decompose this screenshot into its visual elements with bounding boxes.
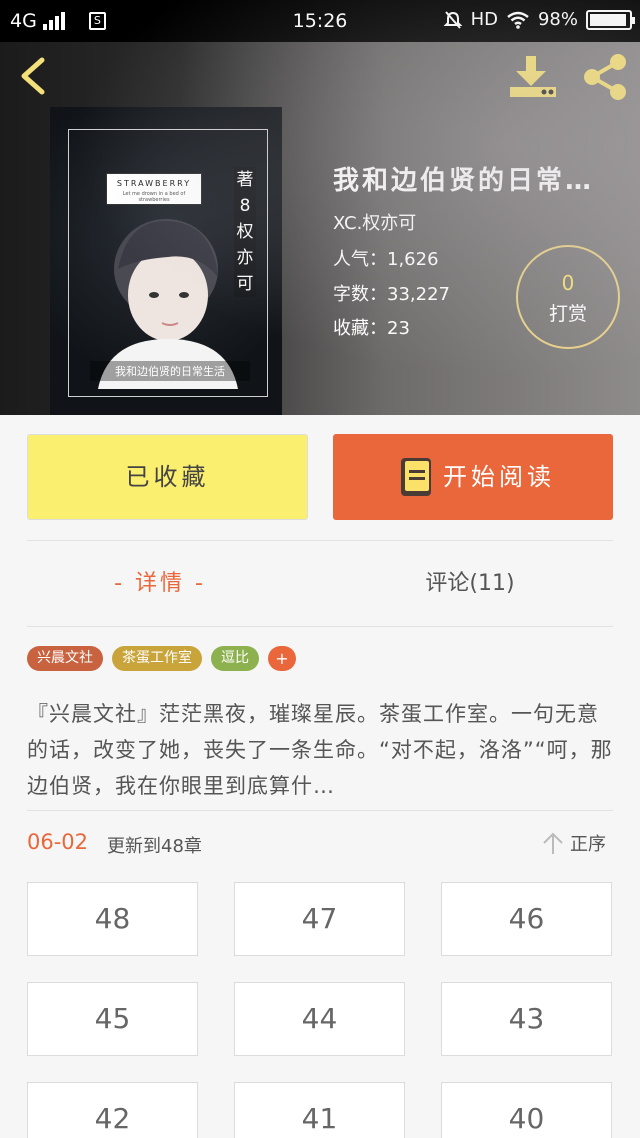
update-date: 06-02 (27, 830, 89, 854)
back-icon[interactable] (14, 56, 54, 96)
cover-side-text: 著 8 权 亦 可 (234, 167, 256, 297)
cover-side-char: 亦 (236, 248, 254, 268)
share-icon[interactable] (580, 52, 630, 102)
sort-order-button[interactable]: 正序 (542, 830, 606, 856)
wifi-icon (507, 11, 529, 29)
battery-percent: 98% (537, 9, 578, 30)
cover-subtitle: Let me drown in a bed of strawberries (122, 191, 186, 203)
chapter-button[interactable]: 42 (27, 1082, 198, 1138)
add-tag-button[interactable]: + (268, 646, 296, 671)
tag[interactable]: 逗比 (211, 646, 259, 671)
cover-side-char: 可 (236, 274, 254, 294)
tag[interactable]: 兴晨文社 (27, 646, 103, 671)
favorited-button[interactable]: 已收藏 (27, 434, 308, 520)
book-icon (401, 458, 431, 496)
download-icon[interactable] (508, 54, 558, 100)
start-reading-label: 开始阅读 (443, 463, 555, 491)
chapter-button[interactable]: 43 (441, 982, 612, 1056)
arrow-up-icon (543, 832, 563, 854)
chapter-button[interactable]: 41 (234, 1082, 405, 1138)
chapter-button[interactable]: 47 (234, 882, 405, 956)
chapter-button[interactable]: 45 (27, 982, 198, 1056)
tip-button[interactable]: 0 打赏 (516, 245, 620, 349)
tip-label: 打赏 (548, 303, 587, 325)
chapter-button[interactable]: 44 (234, 982, 405, 1056)
divider (27, 810, 613, 811)
tag-list: 兴晨文社 茶蛋工作室 逗比 + (27, 646, 296, 671)
book-author[interactable]: XC.权亦可 (333, 209, 416, 235)
tab-comments[interactable]: 评论(11) (320, 565, 620, 597)
sort-order-label: 正序 (570, 834, 606, 855)
update-status: 更新到48章 (107, 836, 202, 857)
tip-count: 0 (561, 271, 575, 295)
divider (27, 540, 613, 541)
divider (27, 626, 613, 627)
favorites-stat: 收藏：23 (333, 318, 410, 339)
book-intro[interactable]: 『兴晨文社』茫茫黑夜，璀璨星辰。茶蛋工作室。一句无意的话，改变了她，丧失了一条生… (27, 696, 613, 804)
book-header: 4G S 15:26 HD 98% STRAWBERRY Let me drow… (0, 0, 640, 415)
cover-title: STRAWBERRY (116, 179, 192, 188)
cover-side-char: 权 (236, 222, 254, 242)
cover-title-card: STRAWBERRY Let me drown in a bed of stra… (106, 173, 202, 205)
battery-icon (586, 9, 635, 30)
popularity-stat: 人气：1,626 (333, 249, 439, 270)
chapter-button[interactable]: 48 (27, 882, 198, 956)
cover-bottom-text: 我和边伯贤的日常生活 (90, 361, 250, 381)
tab-detail[interactable]: - 详情 - (0, 565, 320, 597)
chapter-button[interactable]: 40 (441, 1082, 612, 1138)
tag[interactable]: 茶蛋工作室 (112, 646, 202, 671)
status-bar: 4G S 15:26 HD 98% (0, 0, 640, 42)
book-title: 我和边伯贤的日常… (333, 166, 595, 196)
start-reading-button[interactable]: 开始阅读 (333, 434, 613, 520)
mute-icon (443, 10, 462, 29)
hd-label: HD (470, 9, 498, 30)
chapter-grid: 48 47 46 45 44 43 42 41 40 (27, 882, 613, 1138)
chapter-button[interactable]: 46 (441, 882, 612, 956)
cover-side-char: 8 (239, 196, 251, 216)
book-cover[interactable]: STRAWBERRY Let me drown in a bed of stra… (50, 107, 282, 415)
cover-side-char: 著 (236, 170, 254, 190)
word-count-stat: 字数：33,227 (333, 284, 450, 305)
